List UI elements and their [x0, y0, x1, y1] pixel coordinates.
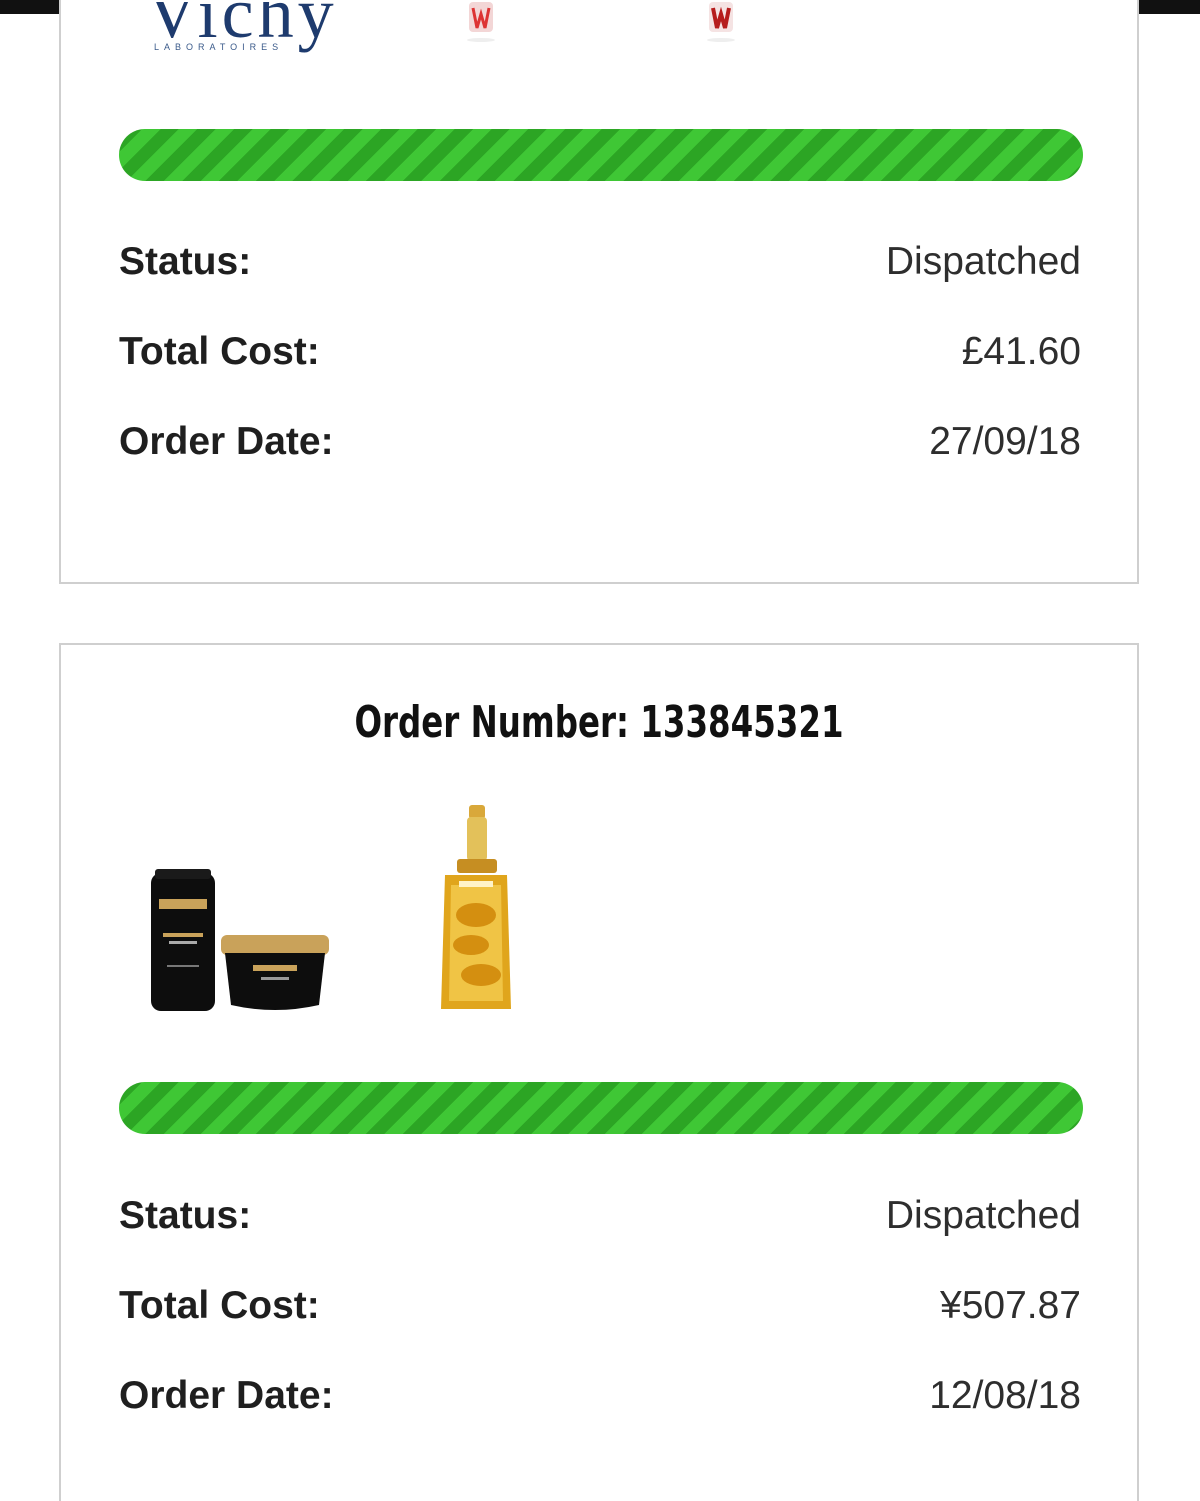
status-value: Dispatched [885, 1194, 1081, 1237]
order-date-value: 12/08/18 [929, 1374, 1081, 1417]
order-date-row: Order Date: 12/08/18 [119, 1371, 1081, 1421]
order-progress-fill [119, 129, 1083, 181]
order-number-title: Order Number: 133845321 [354, 697, 844, 748]
status-label: Status: [119, 1194, 252, 1237]
order-date-label: Order Date: [119, 420, 334, 463]
order-progress-bar [119, 129, 1083, 181]
order-date-label: Order Date: [119, 1374, 334, 1417]
vichy-logo-image: Vichy LABORATOIRES [146, 2, 346, 60]
hair-oil-bottle-icon[interactable] [431, 805, 521, 1015]
order-date-value: 27/09/18 [929, 420, 1081, 463]
status-label: Status: [119, 240, 252, 283]
total-cost-value: ¥507.87 [940, 1284, 1081, 1327]
order-card[interactable]: Vichy LABORATOIRES Status: Dispatched To… [59, 0, 1139, 584]
status-row: Status: Dispatched [119, 237, 1081, 287]
total-cost-label: Total Cost: [119, 1284, 320, 1327]
status-value: Dispatched [885, 240, 1081, 283]
order-progress-bar [119, 1082, 1083, 1134]
total-cost-row: Total Cost: ¥507.87 [119, 1281, 1081, 1331]
order-card[interactable]: Order Number: 133845321 Status: Dispatch… [59, 643, 1139, 1501]
order-progress-fill [119, 1082, 1083, 1134]
order-date-row: Order Date: 27/09/18 [119, 417, 1081, 467]
orders-page: Vichy LABORATOIRES Status: Dispatched To… [0, 0, 1200, 1501]
total-cost-row: Total Cost: £41.60 [119, 327, 1081, 377]
total-cost-label: Total Cost: [119, 330, 320, 373]
shampoo-and-mask-set-icon[interactable] [141, 805, 341, 1015]
product-thumbnail-cut-icon [707, 2, 735, 42]
product-thumbnails [141, 805, 1041, 1015]
product-thumbnail-cut-icon [467, 2, 495, 42]
logo-subtitle: LABORATOIRES [154, 42, 284, 52]
status-row: Status: Dispatched [119, 1191, 1081, 1241]
total-cost-value: £41.60 [961, 330, 1081, 373]
